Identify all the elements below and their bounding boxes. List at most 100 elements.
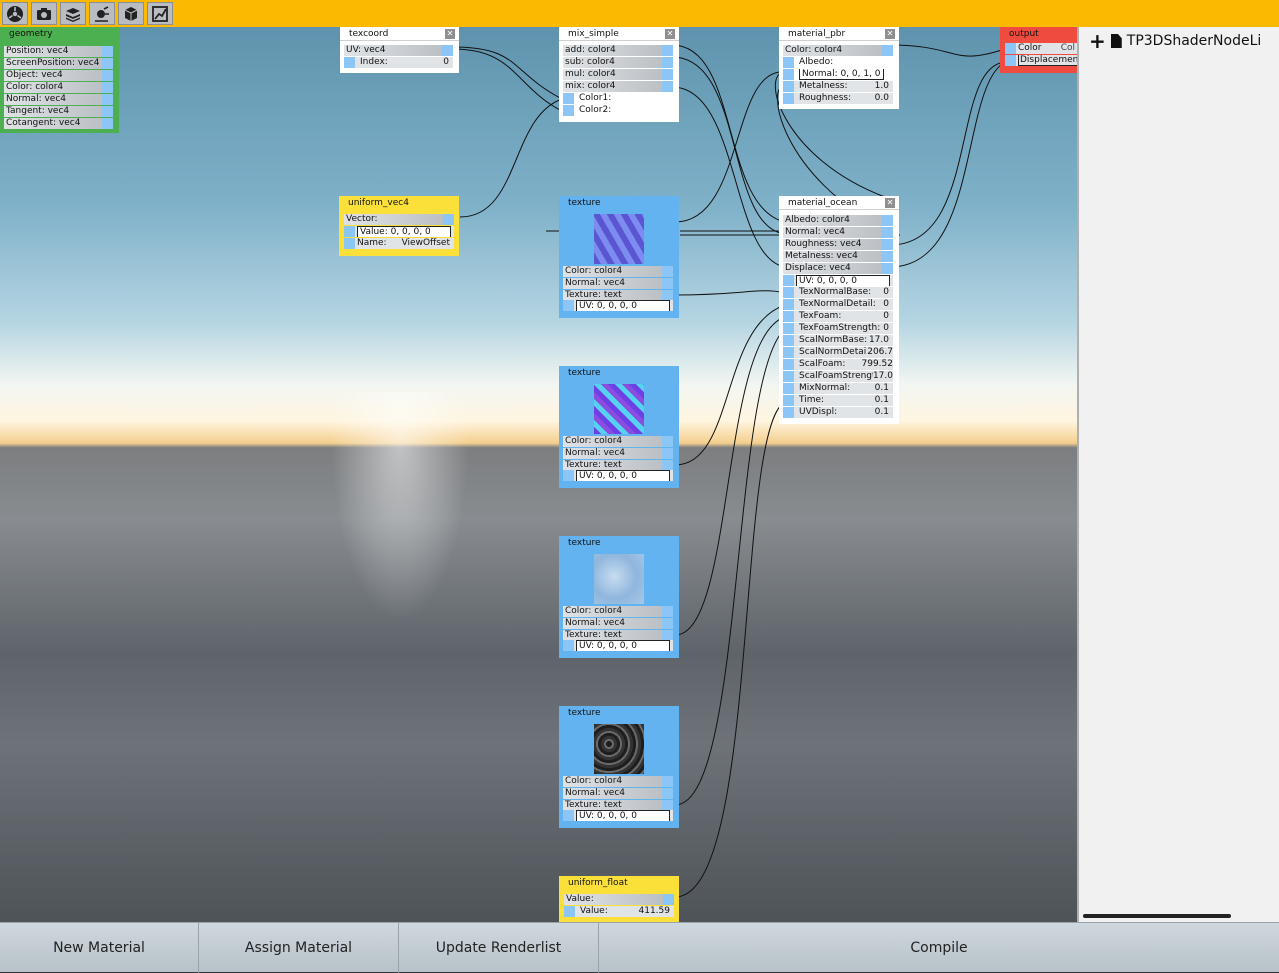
input-pin[interactable] (344, 57, 355, 68)
slot-value[interactable]: 0 (443, 57, 449, 68)
output-pin[interactable] (662, 57, 673, 68)
input-slot[interactable]: Normal: 0, 0, 1, 0 (783, 69, 893, 80)
slot-value[interactable]: 0.1 (875, 407, 889, 418)
uniform-vec4-node[interactable]: uniform_vec4 Vector: Value: 0, 0, 0, 0 N… (339, 196, 459, 256)
output-slot[interactable]: Color: color4 (4, 82, 113, 93)
input-slot[interactable]: ScalFoam: 799.52 (783, 359, 893, 370)
output-pin[interactable] (662, 436, 673, 447)
input-slot[interactable]: Color1: (563, 93, 673, 104)
output-slot[interactable]: mul: color4 (563, 69, 673, 80)
material-ocean-node[interactable]: material_ocean ✕ Albedo: color4 Normal: v… (779, 196, 899, 424)
input-slot[interactable]: ScalNormBase: 17.0 (783, 335, 893, 346)
output-pin[interactable] (882, 239, 893, 250)
slot-value[interactable]: 17.0 (872, 371, 893, 382)
assign-material-button[interactable]: Assign Material (199, 923, 399, 973)
input-pin[interactable] (783, 395, 794, 406)
slot-value[interactable]: 0 (883, 323, 889, 334)
close-icon[interactable]: ✕ (445, 29, 455, 39)
compile-button[interactable]: Compile (599, 923, 1279, 973)
output-pin[interactable] (102, 82, 113, 93)
input-pin[interactable] (783, 299, 794, 310)
slot-value[interactable]: 0.1 (875, 383, 889, 394)
slot-value[interactable]: 0.0 (875, 93, 889, 104)
new-material-button[interactable]: New Material (0, 923, 199, 973)
input-slot[interactable]: UVDispl: 0.1 (783, 407, 893, 418)
input-pin[interactable] (783, 359, 794, 370)
slot-value[interactable]: 17.0 (869, 335, 889, 346)
input-pin[interactable] (783, 371, 794, 382)
input-pin[interactable] (783, 275, 794, 286)
output-pin[interactable] (662, 81, 673, 92)
input-slot[interactable]: Roughness: 0.0 (783, 93, 893, 104)
output-slot[interactable]: Normal: vec4 (563, 278, 673, 289)
input-pin[interactable] (783, 383, 794, 394)
input-slot[interactable]: UV: 0, 0, 0, 0 (783, 275, 893, 286)
expand-plus-icon[interactable]: + (1089, 31, 1106, 51)
output-slot[interactable]: Normal: vec4 (783, 227, 893, 238)
input-pin[interactable] (783, 81, 794, 92)
texture-node[interactable]: texture Color: color4 Normal: vec4 Textu… (559, 366, 679, 488)
input-pin[interactable] (783, 335, 794, 346)
graph-editor-icon[interactable] (147, 2, 173, 25)
output-slot[interactable]: Color: color4 (563, 436, 673, 447)
input-slot[interactable]: Time: 0.1 (783, 395, 893, 406)
slot-value[interactable]: UV: 0, 0, 0, 0 (576, 470, 670, 481)
input-pin[interactable] (563, 470, 574, 481)
close-icon[interactable]: ✕ (885, 198, 895, 208)
input-pin[interactable] (783, 347, 794, 358)
input-slot[interactable]: TexFoamStrength: 0 (783, 323, 893, 334)
input-pin[interactable] (783, 407, 794, 418)
texture-node[interactable]: texture Color: color4 Normal: vec4 Textu… (559, 536, 679, 658)
input-slot[interactable]: Color Col (1005, 43, 1077, 54)
output-slot[interactable]: Cotangent: vec4 (4, 118, 113, 129)
output-slot[interactable]: add: color4 (563, 45, 673, 56)
slot-value[interactable]: UV: 0, 0, 0, 0 (576, 810, 670, 821)
output-pin[interactable] (882, 227, 893, 238)
input-slot[interactable]: Displacement (1005, 55, 1077, 66)
input-slot[interactable]: Metalness: 1.0 (783, 81, 893, 92)
cube-icon[interactable] (118, 2, 144, 25)
input-pin[interactable] (563, 640, 574, 651)
input-slot[interactable]: Value: 0, 0, 0, 0 (344, 226, 454, 237)
input-slot[interactable]: Name: ViewOffset (344, 238, 454, 249)
slot-value[interactable]: 411.59 (639, 906, 671, 917)
output-pin[interactable] (882, 263, 893, 274)
input-slot[interactable]: UV: 0, 0, 0, 0 (563, 300, 673, 311)
close-icon[interactable]: ✕ (885, 29, 895, 39)
output-pin[interactable] (662, 69, 673, 80)
slot-value[interactable]: 0.1 (875, 395, 889, 406)
output-slot[interactable]: Position: vec4 (4, 46, 113, 57)
output-slot[interactable]: mix: color4 (563, 81, 673, 92)
horizontal-scrollbar[interactable] (1083, 914, 1231, 918)
input-pin[interactable] (563, 810, 574, 821)
input-slot[interactable]: TexNormalDetail: 0 (783, 299, 893, 310)
output-slot[interactable]: Albedo: color4 (783, 215, 893, 226)
output-slot[interactable]: Normal: vec4 (563, 448, 673, 459)
output-slot[interactable]: ScreenPosition: vec4 (4, 58, 113, 69)
slot-value[interactable]: UV: 0, 0, 0, 0 (796, 275, 890, 286)
layers-icon[interactable] (60, 2, 86, 25)
slot-value[interactable]: UV: 0, 0, 0, 0 (576, 640, 670, 651)
output-pin[interactable] (882, 251, 893, 262)
texcoord-node[interactable]: texcoord ✕ UV: vec4 Index: 0 (340, 27, 459, 73)
output-pin[interactable] (882, 45, 893, 56)
output-pin[interactable] (662, 788, 673, 799)
slot-value[interactable]: UV: 0, 0, 0, 0 (576, 300, 670, 311)
input-pin[interactable] (1005, 43, 1016, 54)
output-slot[interactable]: Color: color4 (563, 266, 673, 277)
3d-viewport[interactable]: geometry Position: vec4 ScreenPosition: … (0, 27, 1077, 922)
output-pin[interactable] (663, 894, 674, 905)
output-slot[interactable]: sub: color4 (563, 57, 673, 68)
output-pin[interactable] (662, 278, 673, 289)
slot-value[interactable]: 799.52 (862, 359, 894, 370)
slot-value[interactable]: Normal: 0, 0, 1, 0 (799, 69, 884, 80)
output-slot[interactable]: Color: color4 (563, 606, 673, 617)
output-pin[interactable] (662, 776, 673, 787)
input-slot[interactable]: Value: 411.59 (564, 906, 674, 917)
light-icon[interactable] (89, 2, 115, 25)
output-slot[interactable]: Color: color4 (563, 776, 673, 787)
input-slot[interactable]: UV: 0, 0, 0, 0 (563, 640, 673, 651)
output-slot[interactable]: Tangent: vec4 (4, 106, 113, 117)
input-pin[interactable] (344, 238, 355, 249)
input-pin[interactable] (563, 300, 574, 311)
